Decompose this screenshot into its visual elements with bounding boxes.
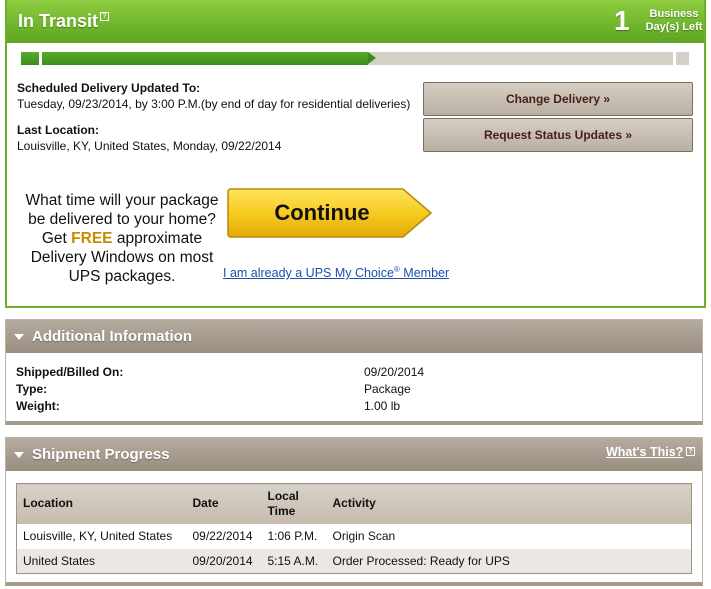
days-left-label-line1: Business: [649, 8, 699, 20]
scheduled-delivery-value: Tuesday, 09/23/2014, by 3:00 P.M.(by end…: [17, 97, 411, 111]
collapse-caret-icon[interactable]: [14, 452, 24, 458]
table-row: Louisville, KY, United States 09/22/2014…: [17, 524, 692, 549]
delivery-progress-bar: [21, 52, 689, 65]
shipment-progress-table: Location Date Local Time Activity Louisv…: [16, 483, 692, 574]
cell-local-time: 5:15 A.M.: [261, 548, 327, 574]
panel-title: Shipment Progress: [32, 446, 170, 463]
shipment-progress-header[interactable]: Shipment Progress What's This? ?: [6, 438, 702, 471]
delivery-info: Scheduled Delivery Updated To: Tuesday, …: [17, 80, 417, 154]
in-transit-header: In Transit ? 1 Business Day(s) Left: [7, 0, 704, 43]
progress-arrow-icon: [368, 52, 376, 64]
scheduled-delivery-label: Scheduled Delivery Updated To:: [17, 81, 201, 95]
continue-button[interactable]: Continue: [227, 187, 435, 241]
panel-title: Additional Information: [32, 328, 192, 345]
days-left-label: Business Day(s) Left: [639, 8, 709, 34]
change-delivery-button[interactable]: Change Delivery »: [423, 82, 693, 116]
table-header-row: Location Date Local Time Activity: [16, 483, 692, 524]
additional-information-header[interactable]: Additional Information: [6, 320, 702, 353]
table-row: United States 09/20/2014 5:15 A.M. Order…: [16, 548, 692, 574]
info-value: 1.00 lb: [364, 399, 401, 413]
additional-information-panel: Additional Information Shipped/Billed On…: [5, 319, 703, 425]
progress-segment-divider: [673, 52, 676, 65]
request-status-updates-button[interactable]: Request Status Updates »: [423, 118, 693, 152]
cell-date: 09/22/2014: [192, 529, 253, 543]
whats-this-link[interactable]: What's This?: [606, 445, 683, 459]
column-header-local-time: Local Time: [261, 483, 327, 524]
info-value: 09/20/2014: [364, 365, 425, 379]
info-key: Shipped/Billed On:: [16, 365, 124, 379]
cell-date: 09/20/2014: [186, 548, 262, 574]
my-choice-member-link[interactable]: I am already a UPS My Choice® Member: [223, 265, 449, 280]
cell-local-time: 1:06 P.M.: [267, 529, 318, 543]
cell-activity: Order Processed: Ready for UPS: [326, 548, 692, 574]
info-key: Weight:: [16, 399, 60, 413]
last-location-value: Louisville, KY, United States, Monday, 0…: [17, 139, 282, 153]
days-left-count: 1: [614, 5, 630, 36]
cell-location: United States: [16, 548, 187, 574]
cell-activity: Origin Scan: [332, 529, 396, 543]
collapse-caret-icon[interactable]: [14, 334, 24, 340]
column-header-location: Location: [16, 483, 187, 524]
column-header-date: Date: [186, 483, 262, 524]
column-header-activity: Activity: [326, 483, 692, 524]
info-key: Type:: [16, 382, 48, 396]
in-transit-panel: In Transit ? 1 Business Day(s) Left Sche…: [5, 0, 706, 308]
info-value: Package: [364, 382, 411, 396]
cell-location: Louisville, KY, United States: [23, 529, 173, 543]
shipment-progress-panel: Shipment Progress What's This? ? Locatio…: [5, 437, 703, 586]
promo-free: FREE: [71, 230, 113, 247]
progress-segment-divider: [39, 52, 42, 65]
status-title: In Transit: [18, 11, 99, 31]
continue-label: Continue: [274, 200, 370, 225]
member-link-suffix: Member: [399, 266, 450, 281]
help-icon[interactable]: ?: [100, 12, 109, 21]
member-link-text: I am already a UPS My Choice: [223, 266, 394, 281]
help-icon[interactable]: ?: [686, 447, 695, 456]
delivery-window-promo: What time will your package be delivered…: [17, 191, 227, 286]
days-left-label-line2: Day(s) Left: [645, 21, 703, 33]
last-location-label: Last Location:: [17, 123, 100, 137]
delivery-progress-fill: [21, 52, 368, 65]
